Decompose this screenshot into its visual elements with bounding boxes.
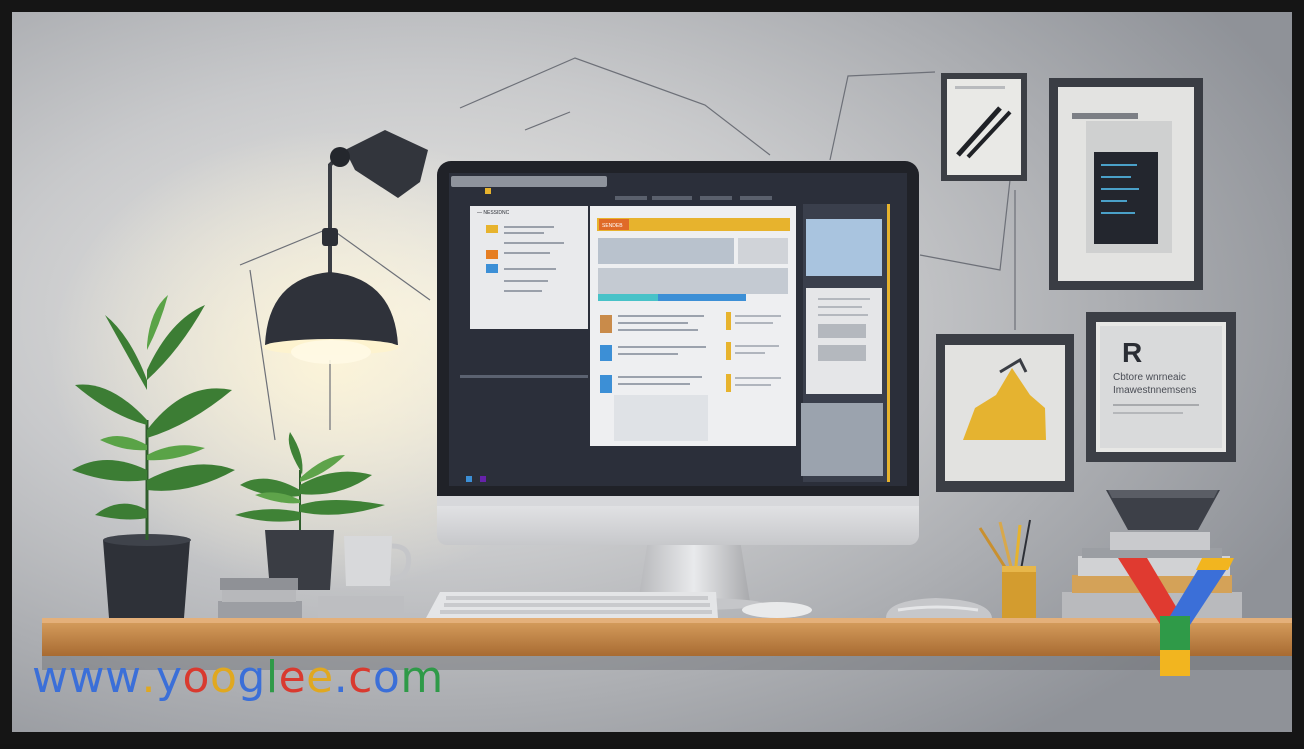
r-card-line-2: Imawestnnemsens: [1113, 385, 1196, 396]
books-left: [218, 578, 302, 618]
coaster: [742, 602, 812, 618]
watermark-letter: o: [182, 652, 210, 703]
desk-scene-illustration: R Cbtore wnrneaic Imawestnnemsens — NESS…: [12, 12, 1292, 732]
frame-yellow-shape: [936, 334, 1074, 492]
watermark-letter: e: [278, 652, 307, 703]
r-card-letter: R: [1122, 337, 1142, 368]
scene: R Cbtore wnrneaic Imawestnnemsens — NESS…: [0, 0, 1304, 744]
frame-pencils: [941, 73, 1027, 181]
watermark-letter: c: [348, 652, 373, 703]
watermark-letter: l: [265, 652, 279, 703]
watermark-letter: w: [105, 652, 142, 703]
frame-tablet: [1049, 78, 1203, 290]
watermark-letter: y: [156, 652, 183, 703]
watermark-letter: o: [209, 652, 238, 703]
watermark-letter: g: [237, 652, 266, 703]
left-panel-header: — NESSIDNC: [477, 210, 510, 216]
watermark-letter: o: [372, 652, 401, 703]
watermark-url: www.yooglee.com: [32, 656, 444, 700]
watermark-letter: .: [141, 652, 156, 703]
r-card-line-1: Cbtore wnrneaic: [1113, 372, 1186, 383]
watermark-letter: w: [32, 652, 69, 703]
frame-r-card: R Cbtore wnrneaic Imawestnnemsens: [1086, 312, 1236, 462]
watermark-letter: e: [306, 652, 334, 703]
watermark-letter: m: [400, 652, 444, 703]
keyboard: [426, 592, 718, 618]
tab-badge: SENDEB: [602, 223, 623, 229]
watermark-letter: .: [333, 652, 349, 703]
watermark-letter: w: [68, 652, 105, 703]
